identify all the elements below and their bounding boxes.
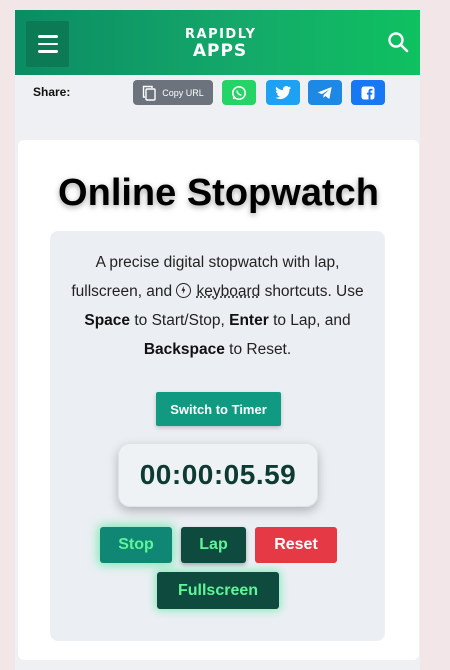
key-backspace: Backspace — [143, 341, 225, 358]
hamburger-menu-icon[interactable] — [26, 21, 69, 67]
share-label: Share: — [33, 85, 71, 99]
switch-to-timer-button[interactable]: Switch to Timer — [156, 392, 281, 426]
site-logo[interactable]: RAPIDLY APPS — [185, 28, 255, 60]
stopwatch-panel: A precise digital stopwatch with lap, fu… — [50, 231, 385, 641]
share-telegram-button[interactable] — [308, 80, 342, 105]
whatsapp-icon — [232, 85, 246, 100]
stopwatch-card: Online Stopwatch A precise digital stopw… — [18, 140, 419, 660]
time-display: 00:00:05.59 — [118, 443, 318, 507]
desc-part4: to Lap, and — [273, 312, 351, 329]
share-twitter-button[interactable] — [266, 80, 300, 105]
logo-line2: APPS — [192, 41, 248, 61]
key-space: Space — [84, 312, 131, 329]
desc-part5: to Reset. — [229, 341, 292, 358]
desc-part2: shortcuts. Use — [264, 283, 364, 300]
copy-url-button[interactable]: Copy URL — [133, 80, 213, 105]
key-enter: Enter — [229, 312, 269, 329]
keyboard-shortcuts-link[interactable]: keyboard — [196, 283, 260, 300]
lap-button[interactable]: Lap — [181, 527, 246, 563]
top-navbar: RAPIDLY APPS — [15, 10, 420, 75]
desc-part3: to Start/Stop, — [134, 312, 225, 329]
facebook-icon — [361, 86, 375, 100]
stop-button[interactable]: Stop — [100, 527, 172, 563]
copy-icon — [143, 85, 156, 101]
app-frame: RAPIDLY APPS Share: Copy URL Online Stop… — [15, 10, 420, 670]
share-facebook-button[interactable] — [351, 80, 385, 105]
description-text: A precise digital stopwatch with lap, fu… — [60, 248, 375, 364]
lightning-bolt-icon — [176, 283, 192, 298]
page-title: Online Stopwatch — [58, 172, 379, 214]
fullscreen-button[interactable]: Fullscreen — [157, 572, 279, 609]
logo-line1: RAPIDLY — [185, 27, 257, 42]
telegram-icon — [317, 86, 332, 99]
reset-button[interactable]: Reset — [255, 527, 337, 563]
twitter-icon — [274, 85, 291, 99]
search-icon[interactable] — [386, 30, 410, 54]
share-whatsapp-button[interactable] — [222, 80, 256, 105]
copy-url-label: Copy URL — [162, 87, 204, 98]
